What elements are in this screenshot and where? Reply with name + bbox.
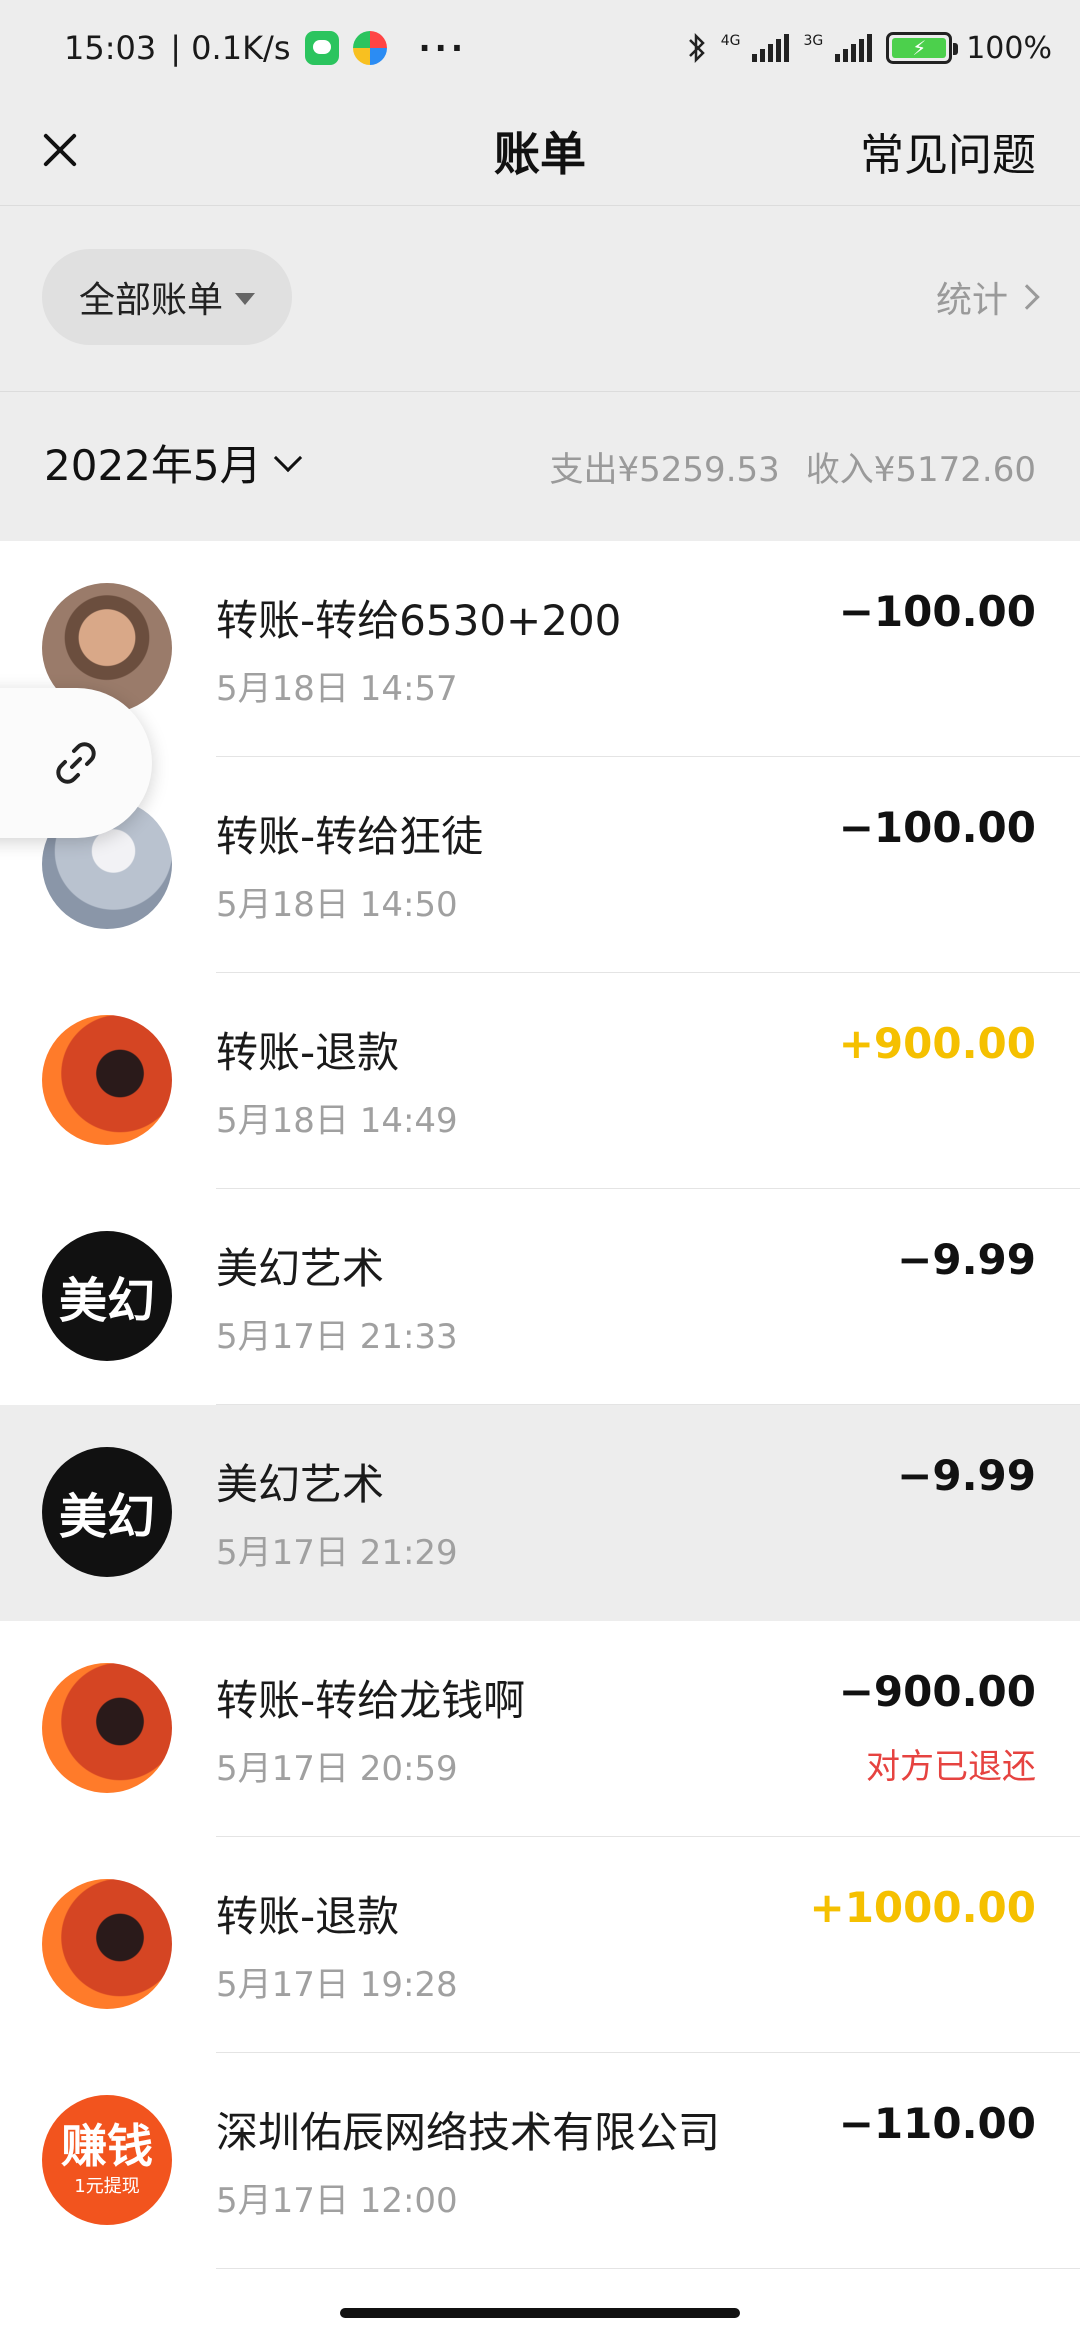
transaction-row[interactable]: 美幻 美幻艺术 5月17日 21:33 −9.99 — [0, 1189, 1080, 1405]
transaction-amount: +900.00 — [838, 1019, 1036, 1068]
transaction-amount: −100.00 — [838, 803, 1036, 852]
home-indicator[interactable] — [340, 2308, 740, 2318]
transaction-row[interactable]: 赚钱 1元提现 深圳佑辰网络技术有限公司 5月17日 12:00 −110.00 — [0, 2053, 1080, 2269]
bottom-safe-area — [0, 2269, 1080, 2340]
battery-percent: 100% — [966, 30, 1052, 66]
battery-icon: ⚡ — [886, 32, 959, 64]
month-header: 2022年5月 支出¥5259.53 收入¥5172.60 — [0, 391, 1080, 541]
month-selector[interactable]: 2022年5月 — [44, 432, 302, 493]
transaction-amount: −9.99 — [897, 1235, 1036, 1284]
transaction-date: 5月17日 20:59 — [216, 1749, 458, 1789]
bill-type-filter-label: 全部账单 — [78, 280, 223, 321]
bill-type-filter-button[interactable]: 全部账单 — [42, 249, 292, 345]
avatar-subtext: 1元提现 — [74, 2176, 140, 2197]
bluetooth-icon — [688, 32, 705, 64]
transaction-row[interactable]: 转账-转给狂徒 5月18日 14:50 −100.00 — [0, 757, 1080, 973]
transaction-title: 转账-转给龙钱啊 — [216, 1676, 526, 1725]
statistics-link[interactable]: 统计 — [935, 271, 1040, 323]
avatar — [42, 1879, 172, 2009]
transaction-list: 转账-转给6530+200 5月18日 14:57 −100.00 转账-转给狂… — [0, 541, 1080, 2269]
status-net-speed: | 0.1K/s — [170, 29, 291, 67]
transaction-row[interactable]: 转账-退款 5月18日 14:49 +900.00 — [0, 973, 1080, 1189]
transaction-amount: −110.00 — [838, 2099, 1036, 2148]
refund-status-note: 对方已退还 — [866, 1747, 1036, 1787]
transaction-row[interactable]: 美幻 美幻艺术 5月17日 21:29 −9.99 — [0, 1405, 1080, 1621]
statistics-label: 统计 — [935, 280, 1008, 321]
transaction-amount: −9.99 — [897, 1451, 1036, 1500]
month-expense: 支出¥5259.53 — [549, 450, 780, 490]
transaction-date: 5月18日 14:49 — [216, 1101, 458, 1141]
chevron-down-icon — [273, 443, 302, 472]
link-icon — [56, 742, 96, 784]
transaction-row[interactable]: 转账-转给6530+200 5月18日 14:57 −100.00 — [0, 541, 1080, 757]
month-label: 2022年5月 — [44, 441, 262, 490]
transaction-date: 5月17日 21:33 — [216, 1317, 458, 1357]
more-notifications-icon: ··· — [418, 29, 467, 67]
transaction-title: 转账-退款 — [216, 1892, 400, 1941]
avatar — [42, 1015, 172, 1145]
network-4g-label: 4G — [720, 33, 741, 49]
status-bar: 15:03 | 0.1K/s ··· 4G 3G ⚡ 100% — [0, 0, 1080, 96]
transaction-row[interactable]: 转账-转给龙钱啊 5月17日 20:59 −900.00 对方已退还 — [0, 1621, 1080, 1837]
transaction-row[interactable]: 转账-退款 5月17日 19:28 +1000.00 — [0, 1837, 1080, 2053]
caret-down-icon — [235, 293, 255, 305]
transaction-title: 深圳佑辰网络技术有限公司 — [216, 2108, 721, 2157]
month-income: 收入¥5172.60 — [805, 450, 1036, 490]
transaction-date: 5月18日 14:57 — [216, 669, 458, 709]
avatar-text: 赚钱 — [61, 2119, 153, 2173]
transaction-date: 5月17日 19:28 — [216, 1965, 458, 2005]
transaction-date: 5月17日 21:29 — [216, 1533, 458, 1573]
transaction-date: 5月17日 12:00 — [216, 2181, 458, 2221]
avatar — [42, 1663, 172, 1793]
status-time: 15:03 — [64, 29, 157, 67]
transaction-amount: −900.00 — [838, 1667, 1036, 1716]
avatar: 美幻 — [42, 1231, 172, 1361]
faq-link[interactable]: 常见问题 — [860, 119, 1036, 183]
close-button[interactable] — [30, 120, 90, 180]
transaction-title: 转账-转给6530+200 — [216, 596, 622, 645]
app-notification-icon — [352, 31, 387, 65]
transaction-date: 5月18日 14:50 — [216, 885, 458, 925]
transaction-amount: +1000.00 — [809, 1883, 1037, 1932]
transaction-amount: −100.00 — [838, 587, 1036, 636]
filter-bar: 全部账单 统计 — [0, 207, 1080, 391]
signal-4g-icon — [752, 34, 790, 62]
transaction-title: 美幻艺术 — [216, 1244, 385, 1293]
transaction-title: 转账-转给狂徒 — [216, 812, 484, 861]
floating-link-button[interactable] — [0, 688, 152, 838]
nav-bar: 账单 常见问题 — [0, 96, 1080, 206]
wechat-notification-icon — [304, 31, 339, 65]
chevron-right-icon — [1014, 284, 1040, 310]
signal-3g-icon — [835, 34, 873, 62]
avatar: 美幻 — [42, 1447, 172, 1577]
network-3g-label: 3G — [803, 33, 824, 49]
transaction-title: 美幻艺术 — [216, 1460, 385, 1509]
transaction-title: 转账-退款 — [216, 1028, 400, 1077]
avatar: 赚钱 1元提现 — [42, 2095, 172, 2225]
month-summary: 支出¥5259.53 收入¥5172.60 — [550, 442, 1036, 491]
battery-charging-icon: ⚡ — [892, 36, 947, 60]
